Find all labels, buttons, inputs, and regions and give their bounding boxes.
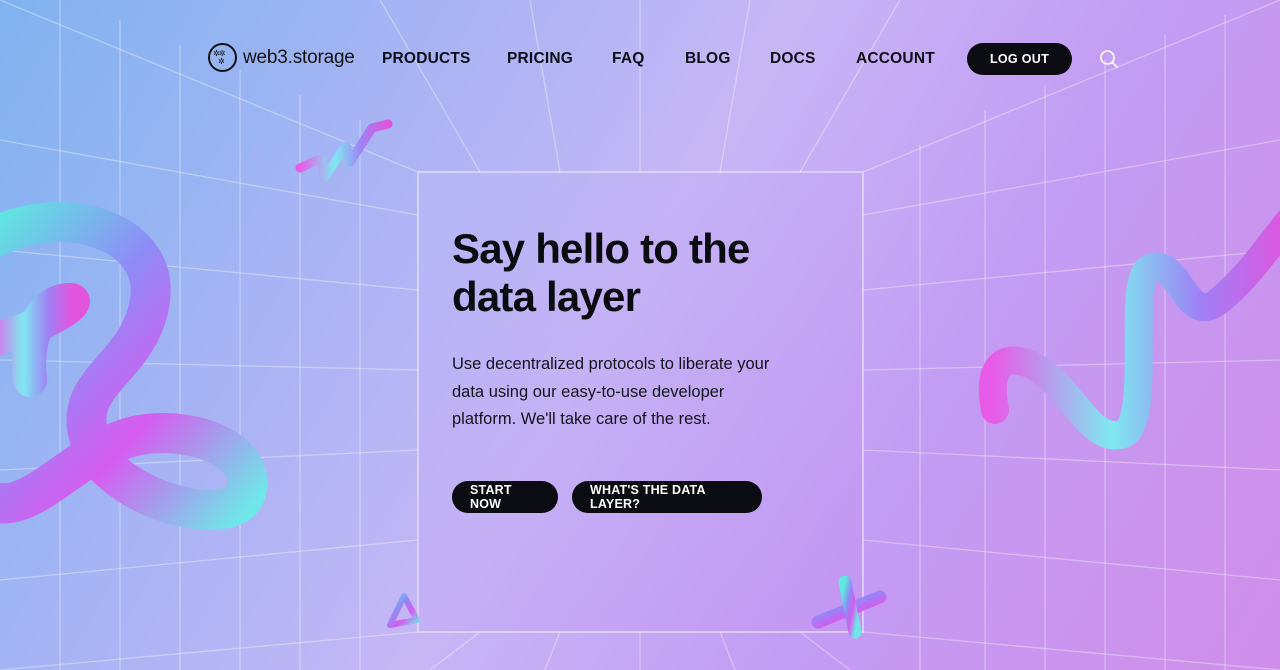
top-navigation: web3.storage PRODUCTS PRICING FAQ BLOG D… — [0, 0, 1280, 118]
hero-title: Say hello to the data layer — [452, 225, 792, 321]
start-now-button[interactable]: START NOW — [452, 481, 558, 513]
hero-title-line2: data layer — [452, 273, 641, 320]
logout-button[interactable]: LOG OUT — [967, 43, 1072, 75]
whats-the-data-layer-button[interactable]: WHAT'S THE DATA LAYER? — [572, 481, 762, 513]
hero-title-line1: Say hello to the — [452, 225, 750, 272]
logo[interactable]: web3.storage — [208, 43, 355, 72]
search-icon[interactable] — [1099, 49, 1119, 69]
hero-description: Use decentralized protocols to liberate … — [452, 355, 770, 428]
hero-cta-row: START NOW WHAT'S THE DATA LAYER? — [452, 481, 762, 513]
nav-account[interactable]: ACCOUNT — [856, 50, 935, 68]
nav-pricing[interactable]: PRICING — [507, 50, 573, 68]
logo-icon — [208, 43, 237, 72]
logo-text: web3.storage — [243, 46, 355, 68]
hero-section: Say hello to the data layer Use decentra… — [452, 225, 792, 434]
nav-blog[interactable]: BLOG — [685, 50, 731, 68]
nav-docs[interactable]: DOCS — [770, 50, 816, 68]
nav-products[interactable]: PRODUCTS — [382, 50, 471, 68]
nav-faq[interactable]: FAQ — [612, 50, 644, 68]
